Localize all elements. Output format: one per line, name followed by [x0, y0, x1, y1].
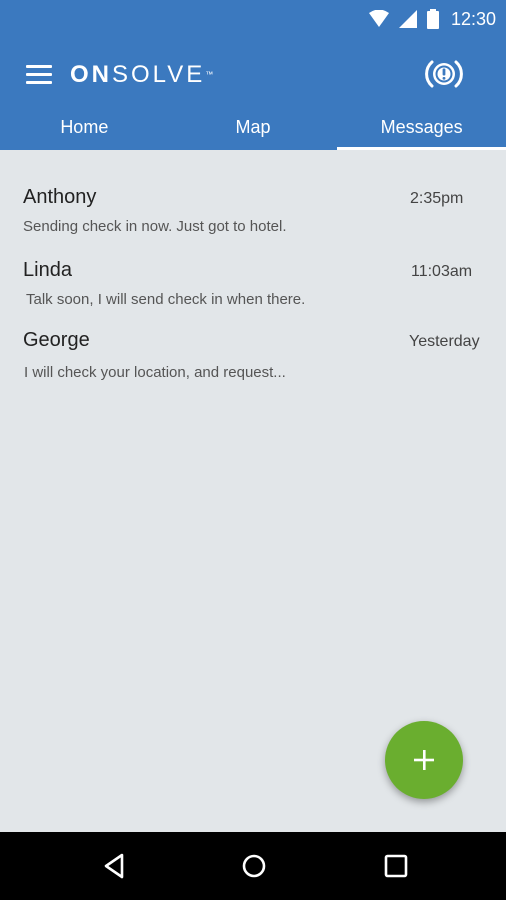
message-item-george[interactable]: George Yesterday I will check your locat… [0, 329, 506, 399]
message-time: Yesterday [409, 333, 480, 350]
message-sender: Linda [23, 259, 72, 281]
new-message-button[interactable] [385, 721, 463, 799]
message-sender: Anthony [23, 186, 97, 208]
back-icon[interactable] [100, 852, 128, 880]
battery-icon [426, 9, 439, 29]
message-item-anthony[interactable]: Anthony 2:35pm Sending check in now. Jus… [0, 186, 506, 256]
message-time: 11:03am [411, 263, 473, 280]
app-bar: ONSOLVE™ Home Map Messages [0, 38, 506, 150]
message-sender: George [23, 329, 90, 351]
app-logo: ONSOLVE™ [70, 61, 214, 88]
alert-broadcast-icon[interactable] [424, 56, 464, 92]
plus-icon [414, 750, 434, 770]
message-preview: Sending check in now. Just got to hotel. [23, 218, 287, 235]
hamburger-menu-icon[interactable] [26, 65, 54, 85]
cell-signal-icon [398, 10, 417, 28]
system-nav-bar [0, 832, 506, 900]
status-time: 12:30 [450, 8, 496, 29]
tab-bar: Home Map Messages [0, 110, 506, 150]
recents-icon[interactable] [382, 852, 410, 880]
message-item-linda[interactable]: Linda 11:03am Talk soon, I will send che… [0, 259, 506, 329]
message-preview: Talk soon, I will send check in when the… [26, 291, 306, 308]
status-icons: 12:30 [368, 0, 496, 38]
home-icon[interactable] [240, 852, 268, 880]
tab-map[interactable]: Map [169, 110, 338, 150]
wifi-icon [368, 10, 389, 27]
tab-home[interactable]: Home [0, 110, 169, 150]
tab-messages[interactable]: Messages [337, 110, 506, 150]
message-time: 2:35pm [410, 190, 464, 207]
status-bar: 12:30 [0, 0, 506, 38]
message-preview: I will check your location, and request.… [24, 364, 286, 381]
